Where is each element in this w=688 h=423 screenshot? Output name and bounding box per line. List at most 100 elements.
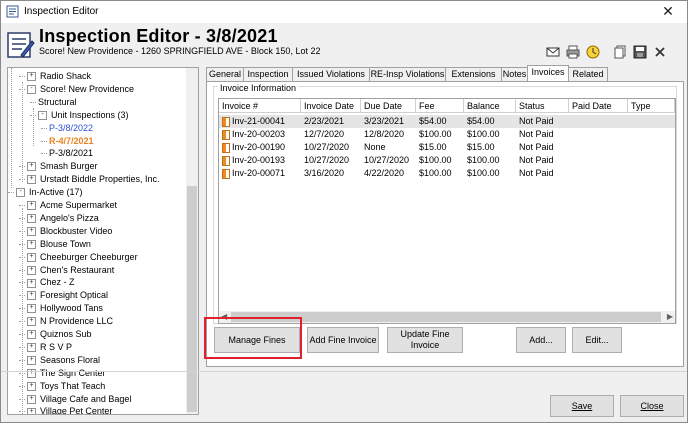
invoice-doc-icon [222, 155, 230, 166]
invoice-cell: None [364, 142, 386, 152]
tree-item[interactable]: P-3/8/2022 [49, 122, 93, 134]
tree-item[interactable]: + Hollywood Tans [27, 302, 103, 314]
update-fine-invoice-button[interactable]: Update Fine Invoice [387, 327, 463, 353]
expand-icon[interactable]: + [27, 201, 36, 211]
tree-item[interactable]: R-4/7/2021 [49, 135, 94, 147]
column-header[interactable]: Balance [464, 99, 516, 113]
tree-item[interactable]: + Acme Supermarket [27, 199, 117, 211]
invoice-row[interactable]: Inv-21-00041 2/23/2021 3/23/2021 $54.00 $54.… [219, 115, 675, 128]
tree-item[interactable]: Structural [38, 96, 77, 108]
tree-item[interactable]: + Toys That Teach [27, 380, 105, 392]
expand-icon[interactable]: + [27, 291, 36, 301]
expand-icon[interactable]: + [27, 304, 36, 314]
copy-icon[interactable] [613, 45, 627, 59]
expand-icon[interactable]: + [27, 214, 36, 224]
tree-scrollbar[interactable] [186, 68, 198, 414]
tab-extensions[interactable]: Extensions [445, 67, 502, 81]
tree-item[interactable]: + Cheeburger Cheeburger [27, 251, 138, 263]
tab-re-insp-violations[interactable]: RE-Insp Violations [369, 67, 446, 81]
tree-item[interactable]: + The Sign Center [27, 367, 106, 379]
tree-item[interactable]: + Angelo's Pizza [27, 212, 99, 224]
column-header[interactable]: Due Date [361, 99, 416, 113]
column-header[interactable]: Invoice Date [301, 99, 361, 113]
expand-icon[interactable]: + [27, 381, 36, 391]
tree-item-label: Smash Burger [40, 161, 98, 172]
tree-item[interactable]: + Urstadt Biddle Properties, Inc. [27, 173, 160, 185]
invoice-grid[interactable]: Invoice # Invoice Date Due Date Fee Balance S… [218, 98, 676, 324]
inspection-icon [7, 32, 35, 58]
tree-item[interactable]: + R S V P [27, 341, 72, 353]
column-header[interactable]: Fee [416, 99, 464, 113]
save-icon[interactable] [633, 45, 647, 59]
tree-item[interactable]: - Unit Inspections (3) [38, 109, 129, 121]
tab-invoices[interactable]: Invoices [527, 65, 569, 82]
tab-notes[interactable]: Notes [501, 67, 528, 81]
column-header[interactable]: Paid Date [569, 99, 628, 113]
expand-icon[interactable]: + [27, 355, 36, 365]
invoice-row[interactable]: Inv-20-00071 3/16/2020 4/22/2020 $100.00 $10… [219, 167, 675, 180]
tree-item[interactable]: + Quiznos Sub [27, 328, 92, 340]
tree-item-label: Chez - Z [40, 277, 75, 288]
column-header[interactable]: Invoice # [219, 99, 301, 113]
tree-item[interactable]: + N Providence LLC [27, 315, 113, 327]
expand-icon[interactable]: + [27, 226, 36, 236]
expand-icon[interactable]: + [27, 278, 36, 288]
tree-item[interactable]: + Foresight Optical [27, 289, 108, 301]
mail-icon[interactable] [546, 45, 560, 59]
delete-icon[interactable] [653, 45, 667, 59]
invoice-number: Inv-21-00041 [232, 116, 286, 126]
expand-icon[interactable]: + [27, 343, 36, 353]
expand-icon[interactable]: + [27, 330, 36, 340]
tree-item[interactable]: + Chen's Restaurant [27, 264, 114, 276]
tree-item[interactable]: + Blouse Town [27, 238, 91, 250]
edit-invoice-button[interactable]: Edit... [572, 327, 622, 353]
collapse-icon[interactable]: - [38, 110, 47, 120]
tree-item-label: R S V P [40, 341, 73, 352]
collapse-icon[interactable]: - [16, 188, 25, 198]
expand-icon[interactable]: + [27, 175, 36, 185]
tree-item[interactable]: + Village Pet Center [27, 405, 112, 414]
tree-item[interactable]: + Radio Shack [27, 70, 91, 82]
add-fine-invoice-button[interactable]: Add Fine Invoice [307, 327, 379, 353]
scroll-right-icon[interactable]: ▶ [667, 311, 673, 323]
tab-general[interactable]: General [206, 67, 244, 81]
tree-item-label: N Providence LLC [40, 316, 114, 327]
property-tree[interactable]: + Radio Shack - Score! New Providence Struct… [7, 67, 199, 415]
tree-item[interactable]: + Seasons Floral [27, 354, 100, 366]
expand-icon[interactable]: + [27, 265, 36, 275]
invoice-row[interactable]: Inv-20-00193 10/27/2020 10/27/2020 $100.00 $… [219, 154, 675, 167]
invoice-row[interactable]: Inv-20-00203 12/7/2020 12/8/2020 $100.00 $10… [219, 128, 675, 141]
tab-related[interactable]: Related [568, 67, 608, 81]
tree-scrollbar-thumb[interactable] [187, 186, 197, 412]
tree-item[interactable]: - Score! New Providence [27, 83, 134, 95]
add-invoice-button[interactable]: Add... [516, 327, 566, 353]
column-header[interactable]: Status [516, 99, 569, 113]
expand-icon[interactable]: + [27, 72, 36, 82]
expand-icon[interactable]: + [27, 239, 36, 249]
invoice-number: Inv-20-00203 [232, 129, 286, 139]
expand-icon[interactable]: + [27, 252, 36, 262]
tree-connector [19, 205, 25, 206]
tree-item[interactable]: + Smash Burger [27, 160, 98, 172]
tree-item[interactable]: P-3/8/2021 [49, 147, 93, 159]
tree-item[interactable]: + Chez - Z [27, 276, 75, 288]
expand-icon[interactable]: + [27, 317, 36, 327]
invoice-cell: Inv-20-00190 [219, 141, 301, 154]
tab-issued-violations[interactable]: Issued Violations [292, 67, 370, 81]
expand-icon[interactable]: + [27, 407, 36, 414]
invoice-cell: Not Paid [519, 142, 554, 152]
invoice-row[interactable]: Inv-20-00190 10/27/2020 None $15.00 $15.00 No… [219, 141, 675, 154]
clock-icon[interactable] [586, 45, 600, 59]
tree-item[interactable]: + Village Cafe and Bagel [27, 393, 131, 405]
close-button[interactable]: Close [620, 395, 684, 417]
print-icon[interactable] [566, 45, 580, 59]
collapse-icon[interactable]: - [27, 85, 36, 95]
tree-item[interactable]: + Blockbuster Video [27, 225, 112, 237]
expand-icon[interactable]: + [27, 162, 36, 172]
expand-icon[interactable]: + [27, 394, 36, 404]
window-close-button[interactable]: ✕ [651, 2, 685, 21]
tree-item[interactable]: - In-Active (17) [16, 186, 83, 198]
tab-inspection[interactable]: Inspection [243, 67, 293, 81]
save-button[interactable]: Save [550, 395, 614, 417]
column-header[interactable]: Type [628, 99, 675, 113]
